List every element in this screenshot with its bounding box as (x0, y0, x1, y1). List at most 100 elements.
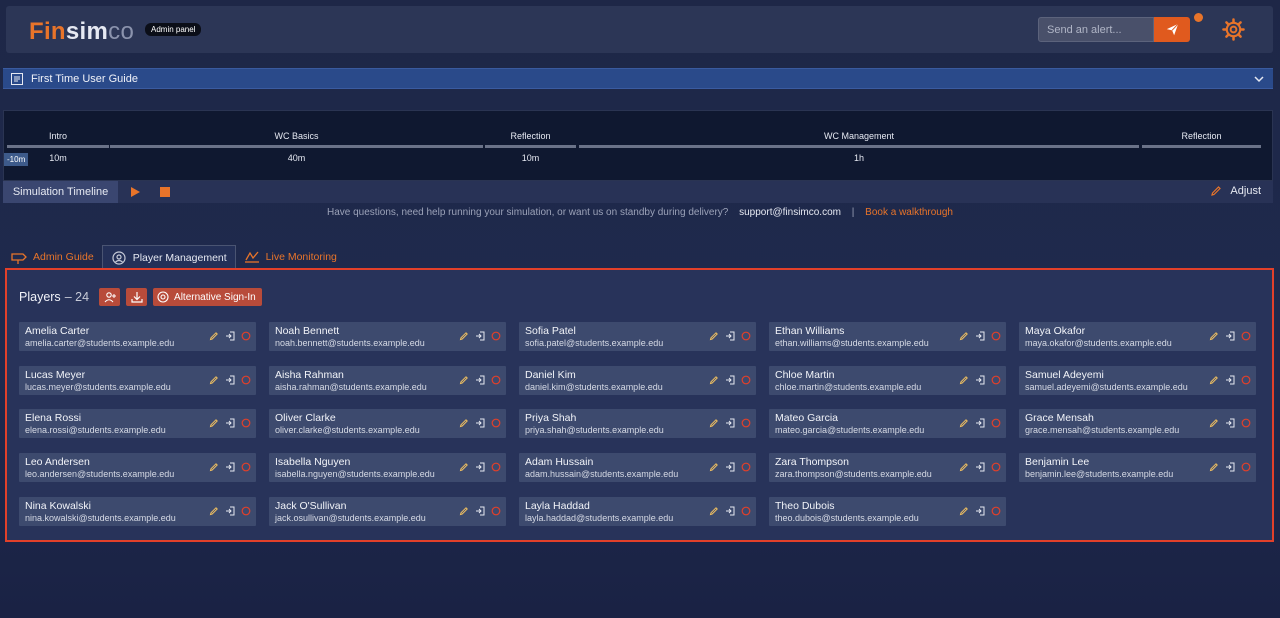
player-card[interactable]: Oliver Clarke oliver.clarke@students.exam… (269, 409, 506, 439)
sign-in-icon[interactable] (1225, 375, 1235, 385)
timeline-segment[interactable]: Reflection 10m (485, 111, 576, 171)
player-card[interactable]: Daniel Kim daniel.kim@students.example.ed… (519, 365, 756, 395)
player-card[interactable]: Mateo Garcia mateo.garcia@students.exampl… (769, 409, 1006, 439)
status-circle-icon[interactable] (741, 506, 751, 516)
player-card[interactable]: Zara Thompson zara.thompson@students.exam… (769, 453, 1006, 483)
status-circle-icon[interactable] (491, 331, 501, 341)
edit-pencil-icon[interactable] (1209, 462, 1219, 472)
edit-pencil-icon[interactable] (709, 418, 719, 428)
sign-in-icon[interactable] (1225, 418, 1235, 428)
status-circle-icon[interactable] (741, 462, 751, 472)
player-card[interactable]: Jack O'Sullivan jack.osullivan@students.e… (269, 496, 506, 526)
sign-in-icon[interactable] (225, 418, 235, 428)
status-circle-icon[interactable] (241, 462, 251, 472)
status-circle-icon[interactable] (491, 506, 501, 516)
player-card[interactable]: Priya Shah priya.shah@students.example.ed… (519, 409, 756, 439)
edit-pencil-icon[interactable] (209, 418, 219, 428)
player-card[interactable]: Theo Dubois theo.dubois@students.example.… (769, 496, 1006, 526)
edit-pencil-icon[interactable] (959, 331, 969, 341)
status-circle-icon[interactable] (1241, 375, 1251, 385)
download-players-button[interactable] (126, 288, 148, 306)
edit-pencil-icon[interactable] (1209, 375, 1219, 385)
player-card[interactable]: Sofia Patel sofia.patel@students.example.… (519, 322, 756, 351)
edit-pencil-icon[interactable] (209, 462, 219, 472)
edit-pencil-icon[interactable] (959, 375, 969, 385)
player-card[interactable]: Samuel Adeyemi samuel.adeyemi@students.ex… (1019, 365, 1256, 395)
status-circle-icon[interactable] (1241, 331, 1251, 341)
status-circle-icon[interactable] (1241, 462, 1251, 472)
finsimco-logo[interactable]: Finsimco (29, 18, 134, 46)
edit-pencil-icon[interactable] (459, 375, 469, 385)
alternative-sign-in-button[interactable]: Alternative Sign-In (153, 288, 262, 306)
edit-pencil-icon[interactable] (709, 506, 719, 516)
status-circle-icon[interactable] (991, 506, 1001, 516)
sign-in-icon[interactable] (975, 418, 985, 428)
tab-live-monitoring[interactable]: Live Monitoring (236, 245, 345, 269)
player-card[interactable]: Grace Mensah grace.mensah@students.exampl… (1019, 409, 1256, 439)
status-circle-icon[interactable] (241, 375, 251, 385)
timeline-segment[interactable]: WC Management 1h (579, 111, 1139, 171)
sign-in-icon[interactable] (225, 331, 235, 341)
play-icon[interactable] (129, 186, 141, 198)
status-circle-icon[interactable] (991, 375, 1001, 385)
status-circle-icon[interactable] (1241, 418, 1251, 428)
sign-in-icon[interactable] (975, 331, 985, 341)
support-email-link[interactable]: support@finsimco.com (739, 207, 841, 218)
edit-pencil-icon[interactable] (959, 462, 969, 472)
adjust-button[interactable]: Adjust (1210, 185, 1261, 197)
edit-pencil-icon[interactable] (709, 462, 719, 472)
player-card[interactable]: Benjamin Lee benjamin.lee@students.exampl… (1019, 453, 1256, 483)
sign-in-icon[interactable] (475, 418, 485, 428)
sign-in-icon[interactable] (725, 375, 735, 385)
status-circle-icon[interactable] (241, 331, 251, 341)
player-card[interactable]: Maya Okafor maya.okafor@students.example.… (1019, 322, 1256, 351)
sign-in-icon[interactable] (225, 506, 235, 516)
status-circle-icon[interactable] (991, 331, 1001, 341)
sign-in-icon[interactable] (975, 462, 985, 472)
edit-pencil-icon[interactable] (709, 375, 719, 385)
player-card[interactable]: Noah Bennett noah.bennett@students.exampl… (269, 322, 506, 351)
sign-in-icon[interactable] (475, 462, 485, 472)
edit-pencil-icon[interactable] (459, 506, 469, 516)
edit-pencil-icon[interactable] (459, 418, 469, 428)
sign-in-icon[interactable] (725, 506, 735, 516)
sign-in-icon[interactable] (225, 462, 235, 472)
player-card[interactable]: Leo Andersen leo.andersen@students.exampl… (19, 453, 256, 483)
edit-pencil-icon[interactable] (209, 375, 219, 385)
stop-icon[interactable] (160, 187, 170, 197)
player-card[interactable]: Ethan Williams ethan.williams@students.ex… (769, 322, 1006, 351)
sign-in-icon[interactable] (475, 375, 485, 385)
status-circle-icon[interactable] (741, 375, 751, 385)
edit-pencil-icon[interactable] (459, 462, 469, 472)
edit-pencil-icon[interactable] (959, 418, 969, 428)
sign-in-icon[interactable] (1225, 331, 1235, 341)
edit-pencil-icon[interactable] (1209, 331, 1219, 341)
player-card[interactable]: Aisha Rahman aisha.rahman@students.exampl… (269, 365, 506, 395)
sign-in-icon[interactable] (725, 331, 735, 341)
sign-in-icon[interactable] (725, 462, 735, 472)
tab-admin-guide[interactable]: Admin Guide (3, 245, 102, 269)
status-circle-icon[interactable] (491, 418, 501, 428)
edit-pencil-icon[interactable] (459, 331, 469, 341)
add-player-button[interactable] (99, 288, 121, 306)
sign-in-icon[interactable] (225, 375, 235, 385)
send-alert-input[interactable] (1038, 17, 1154, 42)
edit-pencil-icon[interactable] (959, 506, 969, 516)
status-circle-icon[interactable] (241, 418, 251, 428)
player-card[interactable]: Elena Rossi elena.rossi@students.example.… (19, 409, 256, 439)
status-circle-icon[interactable] (491, 375, 501, 385)
sign-in-icon[interactable] (475, 506, 485, 516)
gear-icon[interactable] (1222, 18, 1245, 41)
sign-in-icon[interactable] (1225, 462, 1235, 472)
player-card[interactable]: Adam Hussain adam.hussain@students.exampl… (519, 453, 756, 483)
player-card[interactable]: Nina Kowalski nina.kowalski@students.exam… (19, 496, 256, 526)
edit-pencil-icon[interactable] (709, 331, 719, 341)
timeline-segment[interactable]: Reflection (1142, 111, 1261, 171)
player-card[interactable]: Chloe Martin chloe.martin@students.exampl… (769, 365, 1006, 395)
notification-dot-icon[interactable] (1194, 13, 1203, 22)
sign-in-icon[interactable] (975, 506, 985, 516)
sign-in-icon[interactable] (725, 418, 735, 428)
edit-pencil-icon[interactable] (209, 331, 219, 341)
edit-pencil-icon[interactable] (209, 506, 219, 516)
first-time-user-guide-bar[interactable]: First Time User Guide (3, 68, 1273, 89)
